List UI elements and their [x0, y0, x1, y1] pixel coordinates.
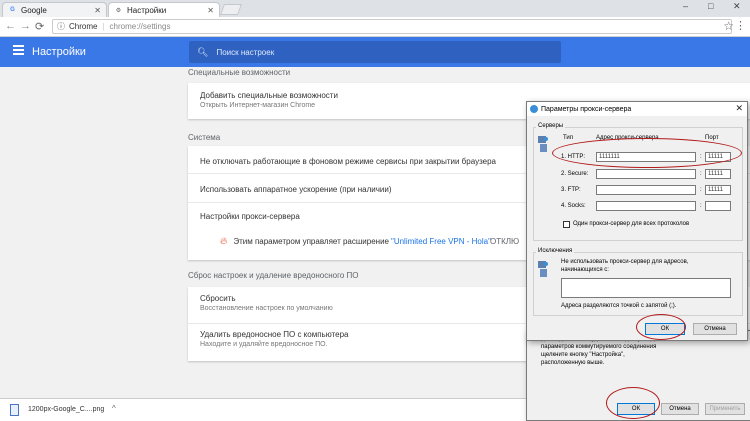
row-primary: Удалить вредоносное ПО с компьютера — [200, 330, 349, 339]
type-column-header: Тип — [563, 135, 574, 141]
address-column-header: Адрес прокси-сервера — [596, 135, 659, 141]
socks-address-input[interactable] — [596, 201, 696, 211]
socks-label: 4. Socks: — [561, 203, 586, 209]
proxy-settings-row[interactable]: Настройки прокси-сервера — [200, 212, 300, 221]
lan-text-line: расположенную выше. — [541, 360, 605, 366]
exceptions-description: Не использовать прокси-сервер для адресо… — [561, 259, 689, 273]
lan-text-line: параметров коммутируемого соединения — [541, 344, 657, 350]
colon: : — [700, 171, 702, 177]
menu-kebab-icon[interactable]: ⋮ — [735, 19, 746, 32]
maximize-icon[interactable]: □ — [708, 1, 713, 11]
ftp-label: 3. FTP: — [561, 187, 581, 193]
section-title-system: Система — [188, 133, 221, 142]
tab-title: Google — [21, 5, 47, 15]
settings-header: Настройки 🔍︎ Поиск настроек — [0, 37, 750, 67]
hardware-acceleration-row[interactable]: Использовать аппаратное ускорение (при н… — [200, 185, 392, 194]
proxy-cancel-button[interactable]: Отмена — [693, 323, 737, 335]
exceptions-textarea[interactable] — [561, 278, 731, 298]
tab-settings[interactable]: ⚙ Настройки ✕ — [108, 2, 220, 17]
row-primary: Настройки прокси-сервера — [200, 212, 300, 221]
tab-google[interactable]: G Google ✕ — [2, 2, 107, 17]
search-placeholder: Поиск настроек — [216, 47, 275, 57]
ftp-address-input[interactable] — [596, 185, 696, 195]
reset-settings-row[interactable]: Сбросить Восстановление настроек по умол… — [200, 294, 333, 312]
back-icon[interactable]: ← — [5, 20, 16, 32]
secure-label: 2. Secure: — [561, 171, 589, 177]
settings-search-input[interactable]: 🔍︎ Поиск настроек — [189, 41, 561, 63]
network-globe-icon — [530, 105, 538, 113]
extension-notice: 🔥︎ Этим параметром управляет расширение … — [220, 236, 519, 247]
colon: : — [700, 187, 702, 193]
lan-text-line: щелкните кнопку "Настройка", — [541, 352, 625, 358]
row-secondary: Восстановление настроек по умолчанию — [200, 305, 333, 312]
download-filename[interactable]: 1200px-Google_C....png — [28, 406, 104, 413]
chrome-page-icon: ⓘ — [57, 22, 65, 31]
colon: : — [700, 154, 702, 160]
extension-link[interactable]: "Unlimited Free VPN - Hola" — [391, 237, 491, 246]
lan-apply-button[interactable]: Применить — [705, 403, 745, 415]
chevron-up-icon[interactable]: ^ — [112, 404, 116, 413]
colon: : — [700, 203, 702, 209]
row-secondary: Находите и удаляйте вредоносное ПО. — [200, 341, 328, 348]
lan-ok-button[interactable]: ОК — [617, 403, 655, 415]
add-accessibility-row[interactable]: Добавить специальные возможности Открыть… — [200, 91, 338, 109]
proxy-settings-dialog: Параметры прокси-сервера ✕ Серверы Тип А… — [526, 101, 748, 341]
row-primary: Добавить специальные возможности — [200, 91, 338, 100]
exceptions-hint: Адреса разделяются точкой с запятой (;). — [561, 303, 677, 309]
same-proxy-label: Один прокси-сервер для всех протоколов — [573, 221, 690, 227]
hola-extension-icon: 🔥︎ — [220, 236, 228, 247]
close-tab-icon[interactable]: ✕ — [207, 6, 214, 15]
minimize-icon[interactable]: – — [683, 1, 688, 11]
row-secondary: Открыть Интернет-магазин Chrome — [200, 102, 316, 109]
servers-label: Серверы — [536, 123, 566, 129]
address-bar[interactable]: ⓘ Chrome | chrome://settings — [52, 19, 732, 34]
omnibox-site: Chrome — [69, 22, 98, 31]
hamburger-menu-icon[interactable] — [13, 45, 24, 57]
bookmark-star-icon[interactable]: ☆ — [723, 19, 734, 33]
close-icon[interactable]: ✕ — [735, 103, 743, 114]
close-window-icon[interactable]: ✕ — [733, 1, 741, 12]
http-port-input[interactable]: 11111 — [705, 152, 731, 162]
lan-cancel-button[interactable]: Отмена — [661, 403, 699, 415]
browser-toolbar: ← → ⟳ ⓘ Chrome | chrome://settings ☆ ⋮ — [0, 17, 750, 37]
tab-strip: G Google ✕ ⚙ Настройки ✕ – □ ✕ — [0, 0, 750, 17]
disable-extension-button[interactable]: ОТКЛЮ — [490, 237, 519, 246]
dialog-titlebar: Параметры прокси-сервера — [527, 102, 747, 116]
close-tab-icon[interactable]: ✕ — [94, 6, 101, 15]
search-icon: 🔍︎ — [197, 46, 209, 57]
omnibox-separator: | — [102, 22, 105, 31]
ftp-port-input[interactable]: 11111 — [705, 185, 731, 195]
notice-text: Этим параметром управляет расширение — [233, 237, 389, 246]
secure-address-input[interactable] — [596, 169, 696, 179]
section-title-reset: Сброс настроек и удаление вредоносного П… — [188, 271, 359, 280]
lan-settings-dialog: для подключений удаленного доступа. Для … — [526, 330, 750, 421]
cleanup-malware-row[interactable]: Удалить вредоносное ПО с компьютера Нахо… — [200, 330, 348, 348]
proxy-computer-icon — [538, 261, 548, 277]
dialog-title: Параметры прокси-сервера — [541, 105, 632, 113]
gear-icon: ⚙ — [115, 7, 122, 14]
omnibox-url: chrome://settings — [109, 22, 171, 31]
socks-port-input[interactable] — [705, 201, 731, 211]
proxy-computer-icon — [538, 136, 548, 152]
row-primary: Сбросить — [200, 294, 236, 303]
port-column-header: Порт — [705, 135, 719, 141]
http-address-input[interactable]: 1111111 — [596, 152, 696, 162]
exceptions-label: Исключения — [536, 248, 575, 254]
reload-icon[interactable]: ⟳ — [35, 20, 44, 33]
forward-icon[interactable]: → — [20, 20, 31, 32]
http-label: 1. HTTP: — [561, 154, 586, 160]
tab-title: Настройки — [127, 5, 167, 15]
secure-port-input[interactable]: 11111 — [705, 169, 731, 179]
new-tab-button[interactable] — [219, 4, 243, 15]
row-primary: Использовать аппаратное ускорение (при н… — [200, 185, 392, 194]
same-proxy-checkbox[interactable] — [563, 221, 570, 228]
proxy-ok-button[interactable]: ОК — [645, 323, 685, 335]
page-title: Настройки — [32, 46, 86, 58]
google-favicon-icon: G — [10, 7, 15, 13]
file-icon — [10, 404, 19, 416]
section-title-accessibility: Специальные возможности — [188, 68, 291, 77]
